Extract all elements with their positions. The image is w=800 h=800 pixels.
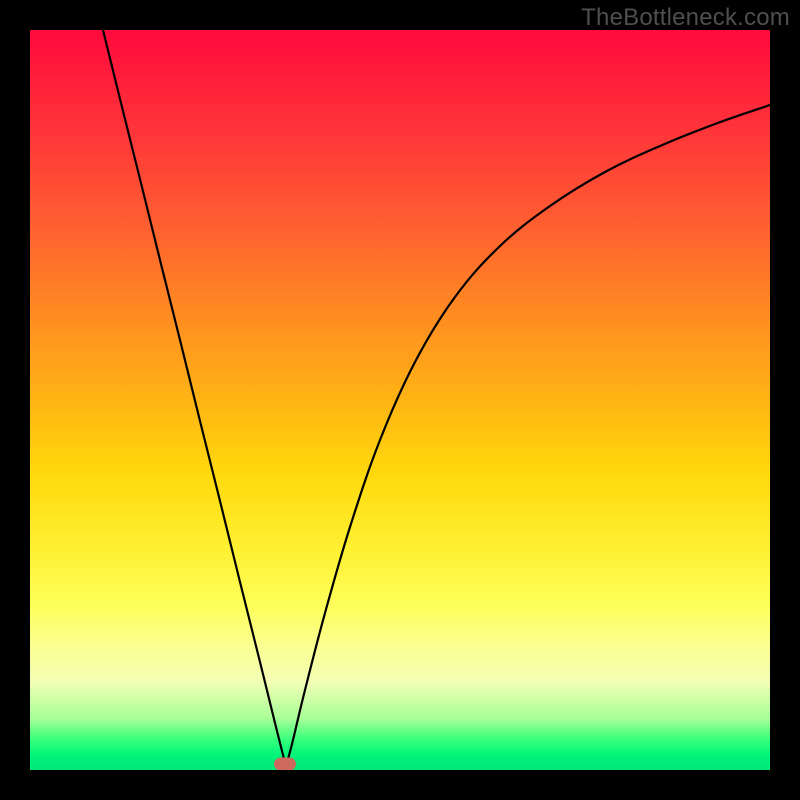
- chart-plot-area: [30, 30, 770, 770]
- curve-right-branch: [286, 105, 770, 766]
- watermark-text: TheBottleneck.com: [581, 4, 790, 32]
- curve-svg: [30, 30, 770, 770]
- minimum-marker: [274, 758, 296, 771]
- curve-left-branch: [103, 30, 286, 766]
